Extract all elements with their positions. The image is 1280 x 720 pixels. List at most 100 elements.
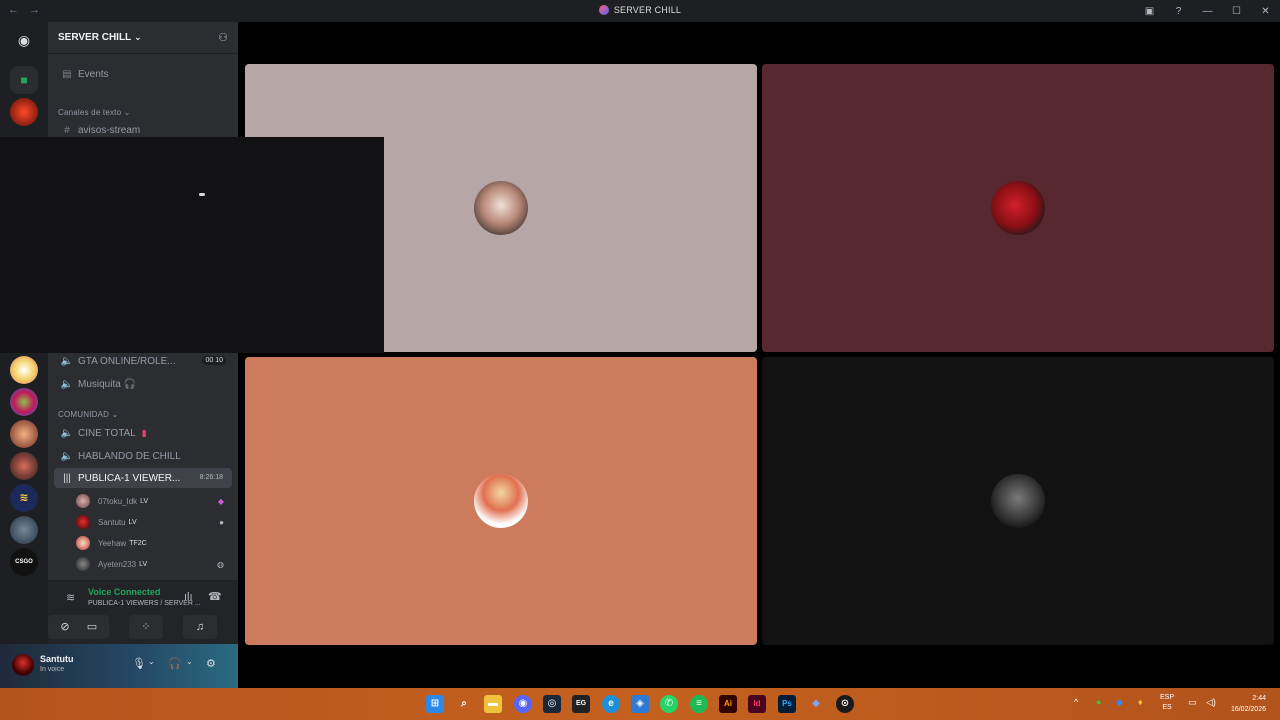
server-icon[interactable]: ≋	[10, 484, 38, 512]
category-text-channels[interactable]: Canales de texto ⌄	[58, 108, 131, 117]
channel-hablando-de-chill[interactable]: 🔈 HABLANDO DE CHILL	[54, 446, 232, 466]
discord-home-icon[interactable]: ◉	[10, 26, 38, 54]
popcorn-icon: ▮	[141, 427, 147, 438]
speaker-icon: 🔈	[60, 355, 74, 367]
start-windows-icon[interactable]: ⊞	[426, 695, 444, 713]
video-tile[interactable]	[245, 357, 757, 645]
chevron-down-icon: ⌄	[134, 32, 142, 42]
server-name: SERVER CHILL	[58, 32, 132, 43]
taskbar: ⊞ ⌕ ▬ ◉ ◎ EG e ◈ ✆ ≡ Ai Id Ps ◆ ⊙ ^ ● ◆ …	[0, 688, 1280, 720]
voice-status[interactable]: Voice Connected	[88, 587, 160, 597]
server-icon[interactable]	[10, 516, 38, 544]
screen-share-button[interactable]: ▭	[75, 615, 109, 639]
volume-icon[interactable]: ◁)	[1206, 697, 1216, 708]
maximize-button[interactable]: ☐	[1222, 6, 1251, 17]
chevron-down-icon[interactable]: ⌄	[186, 657, 193, 666]
illustrator-icon[interactable]: Ai	[719, 695, 737, 713]
avatar	[474, 474, 528, 528]
clock[interactable]: 2:44 16/02/2026	[1231, 693, 1266, 715]
network-icon[interactable]: ▭	[1188, 697, 1197, 708]
avatar[interactable]	[12, 654, 34, 676]
signal-icon[interactable]: ≋	[66, 591, 75, 604]
avatar	[474, 181, 528, 235]
server-rail: ◉ ■ ≋ CSGO	[0, 22, 48, 688]
chevron-down-icon[interactable]: ⌄	[148, 657, 155, 666]
disconnect-icon[interactable]: ☎	[208, 590, 222, 603]
edge-icon[interactable]: e	[602, 695, 620, 713]
photoshop-icon[interactable]: Ps	[778, 695, 796, 713]
video-tile[interactable]	[762, 357, 1274, 645]
server-chill-icon[interactable]: ■	[10, 66, 38, 94]
app-icon[interactable]: ◈	[631, 695, 649, 713]
close-button[interactable]: ✕	[1251, 6, 1280, 17]
tray-icon[interactable]: ●	[1096, 697, 1101, 707]
status-icon: ●	[219, 517, 224, 527]
search-icon[interactable]: ⌕	[455, 695, 473, 713]
help-icon[interactable]: ?	[1164, 6, 1193, 17]
overlay-popup	[0, 137, 384, 353]
noise-suppression-icon[interactable]: ılı	[184, 591, 193, 603]
user-status: In voice	[40, 666, 65, 673]
soundboard-button[interactable]: ♫	[183, 615, 217, 639]
avatar	[991, 474, 1045, 528]
voice-user[interactable]: Ayeten233 LV ◍	[76, 554, 232, 574]
window-title: SERVER CHILL	[0, 5, 1280, 15]
voice-user[interactable]: Santutu LV ●	[76, 512, 232, 532]
whatsapp-icon[interactable]: ✆	[660, 695, 678, 713]
video-tile[interactable]	[762, 64, 1274, 352]
obs-icon[interactable]: ⊙	[836, 695, 854, 713]
avatar	[76, 536, 90, 550]
voice-user[interactable]: Yeehaw TF2C	[76, 533, 232, 553]
user-limit-badge: 00 10	[202, 356, 226, 365]
channel-musiquita[interactable]: 🔈 Musiquita 🎧	[54, 374, 232, 394]
app-icon[interactable]: ◆	[807, 695, 825, 713]
chat-icon: ◍	[217, 559, 224, 569]
user-name[interactable]: Santutu	[40, 654, 74, 664]
server-icon[interactable]	[10, 356, 38, 384]
server-icon[interactable]	[10, 420, 38, 448]
category-comunidad[interactable]: COMUNIDAD ⌄	[58, 410, 118, 419]
user-panel: Santutu In voice 🎙 ⌄ 🎧 ⌄ ⚙	[0, 644, 238, 688]
avatar	[76, 557, 90, 571]
file-explorer-icon[interactable]: ▬	[484, 695, 502, 713]
server-icon[interactable]	[10, 388, 38, 416]
tray-icon[interactable]: ♦	[1138, 697, 1143, 707]
activities-button[interactable]: ⁘	[129, 615, 163, 639]
voice-connected-panel: ≋ Voice Connected PUBLICA-1 VIEWERS / SE…	[48, 580, 238, 644]
channel-events[interactable]: ▤ Events	[54, 64, 232, 84]
indesign-icon[interactable]: Id	[748, 695, 766, 713]
channel-gta-online[interactable]: 🔈 GTA ONLINE/ROLE... 00 10	[54, 351, 232, 371]
avatar	[991, 181, 1045, 235]
voice-user[interactable]: 07toku_Idk LV ◆	[76, 491, 232, 511]
settings-gear-icon[interactable]: ⚙	[206, 657, 216, 670]
server-icon[interactable]: CSGO	[10, 548, 38, 576]
speaker-icon: 🔈	[60, 378, 74, 390]
channel-cine-total[interactable]: 🔈 CINE TOTAL ▮	[54, 423, 232, 443]
hashtag-icon: #	[64, 124, 70, 136]
language-indicator[interactable]: ESP ES	[1160, 693, 1174, 713]
microphone-icon[interactable]: 🎙	[132, 657, 146, 670]
server-header[interactable]: SERVER CHILL ⌄ ⚇	[48, 22, 238, 54]
voice-active-icon: |||	[63, 472, 71, 484]
invite-icon[interactable]: ⚇	[218, 31, 228, 44]
title-bar: ← → SERVER CHILL ▣ ? — ☐ ✕	[0, 0, 1280, 22]
avatar	[76, 494, 90, 508]
discord-icon[interactable]: ◉	[514, 695, 532, 713]
server-icon[interactable]	[10, 452, 38, 480]
avatar	[76, 515, 90, 529]
calendar-icon: ▤	[62, 68, 72, 80]
inbox-icon[interactable]: ▣	[1135, 6, 1164, 17]
window-controls: ▣ ? — ☐ ✕	[1135, 0, 1280, 22]
channel-timer: 8:26:18	[199, 474, 223, 481]
speaker-icon: 🔈	[60, 450, 74, 462]
headphones-icon[interactable]: 🎧	[168, 657, 182, 670]
spotify-icon[interactable]: ≡	[690, 695, 708, 713]
epic-games-icon[interactable]: EG	[572, 695, 590, 713]
speaker-icon: 🔈	[60, 427, 74, 439]
chevron-up-icon[interactable]: ^	[1074, 697, 1078, 707]
steam-icon[interactable]: ◎	[543, 695, 561, 713]
channel-publica-1-viewers[interactable]: ||| PUBLICA-1 VIEWER... 8:26:18	[54, 468, 232, 488]
minimize-button[interactable]: —	[1193, 6, 1222, 17]
tray-icon[interactable]: ◆	[1116, 697, 1123, 708]
server-icon[interactable]	[10, 98, 38, 126]
